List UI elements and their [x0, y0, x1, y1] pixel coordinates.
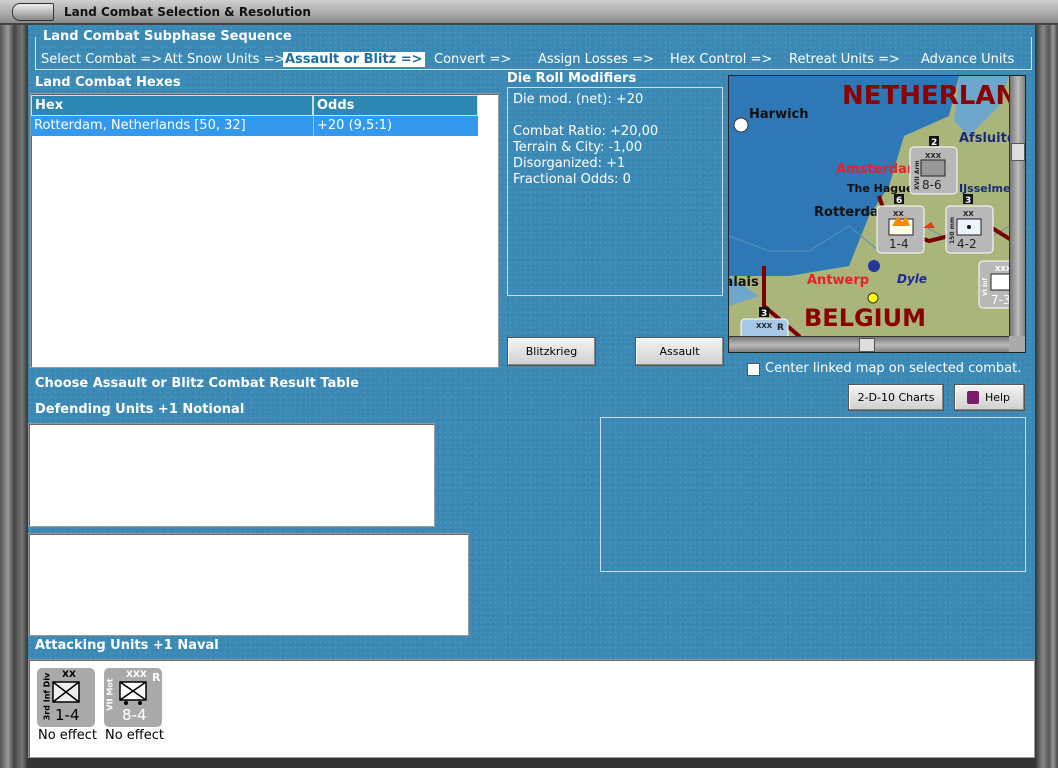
- step-retreat-units: Retreat Units =>: [789, 52, 900, 67]
- attacking-units-list: [28, 659, 1035, 758]
- svg-text:2: 2: [931, 138, 937, 148]
- combat-hexes-label: Land Combat Hexes: [35, 75, 181, 90]
- map-unit-name: 150 mm: [949, 217, 956, 244]
- map-scroll-corner: [1009, 336, 1025, 352]
- svg-text:4-2: 4-2: [957, 237, 977, 251]
- charts-button[interactable]: 2-D-10 Charts: [848, 384, 944, 411]
- map-unit-name: VI Inf: [982, 278, 989, 296]
- svg-text:7-3: 7-3: [991, 293, 1011, 307]
- subphase-sequence-title: Land Combat Subphase Sequence: [40, 29, 295, 44]
- linked-map[interactable]: NETHERLANDS BELGIUM Harwich Amsterdam Th…: [728, 75, 1026, 353]
- assault-button[interactable]: Assault: [635, 337, 724, 366]
- modifier-line: Die mod. (net): +20: [513, 92, 644, 107]
- unit-result: No effect: [105, 728, 165, 743]
- blitzkrieg-button[interactable]: Blitzkrieg: [507, 337, 596, 366]
- map-vertical-scroll-thumb[interactable]: [1011, 143, 1025, 161]
- center-map-label: Center linked map on selected combat.: [765, 361, 1022, 376]
- map-label-netherlands: NETHERLANDS: [842, 81, 1026, 111]
- infantry-symbol-icon: [52, 681, 80, 703]
- window-menu-button[interactable]: [12, 3, 54, 21]
- map-unit-name: XVII Arm: [914, 160, 921, 190]
- map-horizontal-scroll-thumb[interactable]: [859, 338, 875, 352]
- attacking-unit-vii-mot[interactable]: XXX R VII Mot 8-4: [104, 668, 162, 727]
- die-roll-modifiers-box: Die mod. (net): +20 Combat Ratio: +20,00…: [507, 87, 723, 296]
- step-assault-or-blitz: Assault or Blitz =>: [283, 52, 425, 67]
- motorized-symbol-icon: [119, 681, 147, 705]
- map-label-dyle: Dyle: [897, 272, 927, 286]
- column-header-odds[interactable]: Odds: [313, 95, 478, 116]
- modifier-line: Fractional Odds: 0: [513, 172, 631, 187]
- attacking-units-label: Attacking Units +1 Naval: [35, 638, 219, 653]
- map-label-amsterdam: Amsterdam: [836, 162, 920, 177]
- window-title: Land Combat Selection & Resolution: [64, 5, 311, 19]
- defending-units-list: [28, 423, 435, 527]
- attacking-unit-3rd-inf-div[interactable]: XX 3rd Inf Div 1-4: [37, 668, 95, 727]
- modifier-line: Terrain & City: -1,00: [513, 140, 643, 155]
- crt-label: Choose Assault or Blitz Combat Result Ta…: [35, 376, 359, 391]
- map-label-calais: Calais: [729, 275, 759, 290]
- svg-text:XX: XX: [963, 210, 974, 218]
- die-roll-modifiers-label: Die Roll Modifiers: [507, 71, 637, 86]
- svg-text:XX: XX: [893, 210, 904, 218]
- map-label-hague: The Hague: [847, 182, 913, 195]
- step-convert: Convert =>: [434, 52, 512, 67]
- help-book-icon: [967, 391, 979, 404]
- table-row-odds[interactable]: +20 (9,5:1): [313, 116, 478, 136]
- combat-result-panel: [600, 417, 1026, 572]
- svg-text:6: 6: [896, 196, 902, 206]
- modifier-line: Disorganized: +1: [513, 156, 626, 171]
- modifier-line: [513, 108, 717, 124]
- map-vertical-scrollbar[interactable]: [1009, 76, 1025, 336]
- modifier-line: Combat Ratio: +20,00: [513, 124, 659, 139]
- help-button[interactable]: Help: [954, 384, 1025, 411]
- center-map-checkbox[interactable]: [747, 363, 760, 376]
- column-header-hex[interactable]: Hex: [31, 95, 313, 116]
- table-row-hex[interactable]: Rotterdam, Netherlands [50, 32]: [31, 116, 313, 136]
- step-select-combat: Select Combat =>: [41, 52, 163, 67]
- svg-text:3: 3: [761, 309, 767, 319]
- unit-result: No effect: [38, 728, 98, 743]
- svg-text:8-6: 8-6: [922, 178, 942, 192]
- map-label-antwerp: Antwerp: [807, 273, 869, 288]
- svg-text:XXX: XXX: [756, 322, 773, 330]
- map-label-harwich: Harwich: [749, 107, 809, 122]
- svg-text:3: 3: [965, 196, 971, 206]
- map-label-belgium: BELGIUM: [804, 304, 926, 332]
- svg-text:1-4: 1-4: [889, 237, 909, 251]
- svg-text:XXX: XXX: [925, 152, 942, 160]
- step-advance-units: Advance Units: [921, 52, 1015, 67]
- window-frame-right: [1035, 0, 1058, 768]
- help-label: Help: [984, 391, 1011, 404]
- step-assign-losses: Assign Losses =>: [538, 52, 654, 67]
- defending-notional-list: [28, 533, 469, 636]
- defending-units-label: Defending Units +1 Notional: [35, 402, 245, 417]
- map-horizontal-scrollbar[interactable]: [729, 336, 1009, 352]
- step-hex-control: Hex Control =>: [670, 52, 773, 67]
- step-att-snow-units: Att Snow Units =>: [164, 52, 286, 67]
- svg-text:R: R: [777, 323, 784, 333]
